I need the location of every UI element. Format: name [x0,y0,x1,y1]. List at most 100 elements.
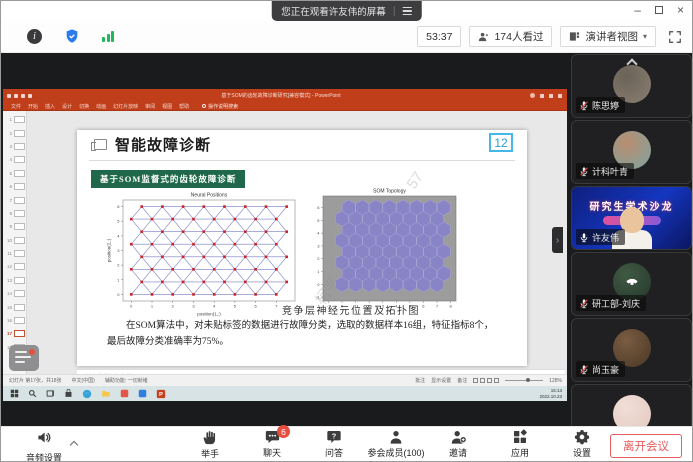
status-text: 中文(中国) [72,377,95,384]
network-signal-icon[interactable] [102,31,114,42]
slide-thumbnail-panel[interactable]: 123456789101112131415161718 [3,111,27,374]
audio-settings-button[interactable]: 音频设置 [13,430,75,462]
view-mode-icons[interactable] [473,378,499,383]
slide-thumbnail-5[interactable]: 5 [3,167,26,180]
svg-text:3: 3 [192,304,195,309]
participant-tile-1[interactable]: 计科叶青 [571,120,692,184]
status-button[interactable]: 备注 [457,377,467,384]
search-icon[interactable] [28,389,37,398]
avatar [613,395,651,426]
qa-button[interactable]: ? 问答 [310,429,358,460]
slide-thumbnail-7[interactable]: 7 [3,193,26,206]
phone-icon [624,275,640,291]
ppt-tab-3[interactable]: 设计 [62,103,72,110]
figure-caption: 竞争层神经元位置及拓扑图 [216,302,486,317]
slide-thumbnail-14[interactable]: 14 [3,287,26,300]
sidebar-collapse-handle[interactable]: › [552,227,563,253]
slide-thumbnail-17[interactable]: 17 [3,327,26,340]
slide-thumbnail-9[interactable]: 9 [3,220,26,233]
ppt-tab-0[interactable]: 文件 [11,103,21,110]
ppt-window-title: 基于SOM的齿轮故障诊断研究[兼容模式] - PowerPoint [32,92,530,99]
svg-text:5: 5 [117,219,120,224]
svg-text:5: 5 [317,218,320,223]
slide-thumbnail-6[interactable]: 6 [3,180,26,193]
chevron-up-icon[interactable] [70,441,78,449]
ppt-tab-1[interactable]: 开始 [28,103,38,110]
viewers-count[interactable]: 174人看过 [469,26,552,47]
app-blue-icon[interactable] [138,389,147,398]
security-shield-icon[interactable] [64,28,80,44]
microsoft-store-icon[interactable] [64,389,73,398]
start-button-icon[interactable] [10,389,19,398]
participant-name-tag: 陈思婷 [576,97,625,113]
zoom-slider[interactable] [505,380,543,381]
participant-tile-0[interactable]: 陈思婷 [571,54,692,118]
ppt-tab-4[interactable]: 切换 [79,103,89,110]
meeting-info-icon[interactable]: i [27,29,42,44]
settings-button[interactable]: 设置 [558,429,606,460]
meeting-controls-bar: 音频设置 举手 6 聊天 ? 问答 参会成员(100) 邀请 应用 设置 [1,426,692,462]
menu-icon[interactable] [403,7,412,15]
slide-thumbnail-8[interactable]: 8 [3,207,26,220]
status-button[interactable]: 批注 [415,377,425,384]
slide-thumbnail-12[interactable]: 12 [3,260,26,273]
participant-tile-5[interactable] [571,384,692,426]
slide-thumbnail-1[interactable]: 1 [3,113,26,126]
participant-name-tag: 尚玉豪 [576,361,625,377]
edge-browser-icon[interactable] [82,389,92,399]
app-red-icon[interactable] [120,389,129,398]
raise-hand-button[interactable]: 举手 [186,429,234,460]
ppt-tab-2[interactable]: 插入 [45,103,55,110]
leave-meeting-button[interactable]: 离开会议 [610,434,682,458]
participant-tile-2[interactable]: 研究生学术沙龙 许友伟 [571,186,692,250]
slide-thumbnail-10[interactable]: 10 [3,234,26,247]
minimize-button[interactable]: – [634,3,641,17]
ppt-body: 123456789101112131415161718 智能故障诊断 12 基于… [3,111,567,374]
ppt-tab-7[interactable]: 审阅 [145,103,155,110]
meeting-float-panel[interactable] [9,345,39,371]
svg-text:-1: -1 [316,295,320,300]
apps-button[interactable]: 应用 [496,429,544,460]
participants-sidebar: 陈思婷计科叶青 研究生学术沙龙 许友伟研工部-刘庆尚玉豪 [569,53,692,426]
invite-button[interactable]: 邀请 [434,429,482,460]
ppt-tab-9[interactable]: 帮助 [179,103,189,110]
taskbar-clock[interactable]: 15:13 2022.10.23 [539,388,567,400]
shared-screen: 基于SOM的齿轮故障诊断研究[兼容模式] - PowerPoint 文件开始插入… [3,89,567,401]
viewers-text: 174人看过 [494,29,543,44]
file-explorer-icon[interactable] [101,389,111,398]
fullscreen-icon[interactable] [668,30,682,44]
task-view-icon[interactable] [46,389,55,398]
participant-name-tag: 许友伟 [576,229,625,245]
slide-thumbnail-4[interactable]: 4 [3,153,26,166]
ppt-tab-8[interactable]: 视图 [162,103,172,110]
slide-thumbnail-2[interactable]: 2 [3,126,26,139]
chat-unread-badge: 6 [277,425,290,438]
ppt-search-box[interactable]: 操作说明搜索 [202,103,238,110]
slide-thumbnail-3[interactable]: 3 [3,140,26,153]
divider [89,160,515,161]
slide-thumbnail-11[interactable]: 11 [3,247,26,260]
view-mode-selector[interactable]: 演讲者视图 ▾ [560,26,656,47]
ppt-window-controls[interactable] [530,93,562,98]
participants-button[interactable]: 参会成员(100) [372,429,420,460]
ppt-tab-6[interactable]: 幻灯片放映 [113,103,138,110]
status-text: 辅助功能: 一切就绪 [105,377,148,384]
chat-button[interactable]: 6 聊天 [248,429,296,460]
ppt-tab-5[interactable]: 动画 [96,103,106,110]
svg-text:6: 6 [117,204,120,209]
watching-banner[interactable]: 您正在观看许友伟的屏幕 [271,1,422,21]
ppt-quick-access-toolbar[interactable] [7,94,32,98]
participants-label: 参会成员(100) [368,446,425,459]
participant-tile-4[interactable]: 尚玉豪 [571,318,692,382]
participant-tile-3[interactable]: 研工部-刘庆 [571,252,692,316]
slide-thumbnail-16[interactable]: 16 [3,314,26,327]
svg-text:2: 2 [317,256,320,261]
powerpoint-icon[interactable]: P [156,389,166,399]
apps-label: 应用 [511,446,529,459]
close-button[interactable]: × [677,3,684,17]
lightbulb-icon [202,104,206,108]
maximize-button[interactable] [655,3,663,17]
slide-thumbnail-13[interactable]: 13 [3,274,26,287]
status-button[interactable]: 显示设置 [431,377,451,384]
slide-thumbnail-15[interactable]: 15 [3,300,26,313]
